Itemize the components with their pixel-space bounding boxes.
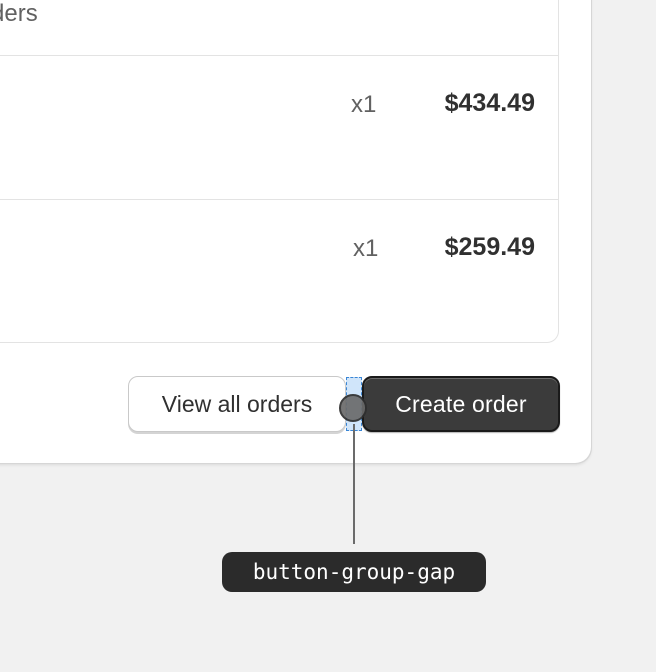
annotation-label: button-group-gap	[222, 552, 486, 592]
annotation-marker-dot	[339, 394, 367, 422]
stage: ders x1 $434.49 x1 $259.49 View all orde…	[0, 0, 656, 672]
orders-header-text: ders	[0, 0, 38, 27]
view-all-orders-button[interactable]: View all orders	[128, 376, 346, 432]
order-row[interactable]: x1 $259.49	[0, 200, 558, 344]
order-row[interactable]: x1 $434.49	[0, 56, 558, 200]
annotation-leader-line	[353, 424, 355, 544]
order-quantity: x1	[351, 91, 377, 118]
order-quantity: x1	[353, 235, 379, 262]
orders-panel-header: ders	[0, 0, 558, 56]
orders-panel: ders x1 $434.49 x1 $259.49	[0, 0, 559, 343]
order-price: $259.49	[444, 233, 535, 261]
create-order-button[interactable]: Create order	[362, 376, 560, 432]
order-price: $434.49	[444, 89, 535, 117]
